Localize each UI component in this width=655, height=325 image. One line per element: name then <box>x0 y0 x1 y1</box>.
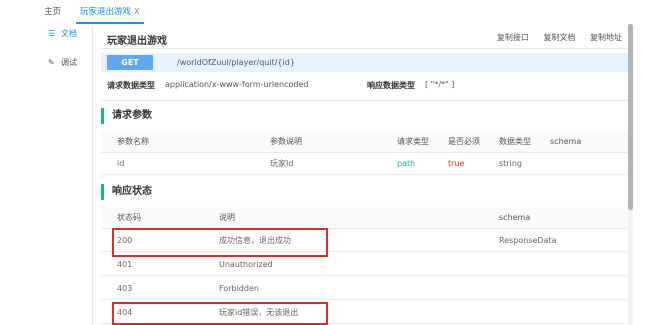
sidebar-item-label: 文档 <box>61 29 77 38</box>
tab-bar: 主页 玩家退出游戏 X <box>0 0 655 24</box>
param-type: string <box>499 159 522 168</box>
tab-active[interactable]: 玩家退出游戏 X <box>76 0 144 24</box>
status-desc: Unauthorized <box>219 260 273 269</box>
close-icon[interactable]: X <box>134 7 139 16</box>
status-code: 404 <box>117 308 133 317</box>
divider <box>101 48 628 49</box>
column-header: 是否必须 <box>448 137 480 146</box>
params-section-title: 请求参数 <box>101 108 152 124</box>
main-content: 玩家退出游戏 复制接口 复制文档 复制地址 GET /worldOfZuul/p… <box>93 24 628 325</box>
status-desc: 成功信息，退出成功 <box>219 236 291 245</box>
status-schema[interactable]: ResponseData <box>499 230 557 252</box>
debug-icon: ✎ <box>48 58 55 67</box>
api-path: /worldOfZuul/player/quit/{id} <box>177 58 295 67</box>
copy-url-button[interactable]: 复制地址 <box>590 33 622 42</box>
column-header: schema <box>550 137 582 146</box>
request-type-label: 请求数据类型 <box>107 81 155 90</box>
column-header: 说明 <box>219 213 235 222</box>
table-row: 401 Unauthorized <box>101 254 628 276</box>
copy-api-button[interactable]: 复制接口 <box>497 33 529 42</box>
table-row: 200 成功信息，退出成功 ResponseData <box>101 230 628 252</box>
method-badge: GET <box>107 55 153 70</box>
status-code: 200 <box>117 236 133 245</box>
tab-home[interactable]: 主页 <box>44 0 61 24</box>
sidebar: ☰ 文档 ✎ 调试 <box>0 24 90 325</box>
param-in: path <box>397 159 416 168</box>
sidebar-item-debug[interactable]: ✎ 调试 <box>48 56 77 70</box>
copy-doc-button[interactable]: 复制文档 <box>543 33 575 42</box>
status-desc: Forbidden <box>219 284 259 293</box>
table-row: 403 Forbidden <box>101 278 628 300</box>
divider <box>101 100 628 101</box>
table-row: 404 玩家id错误，无该退出 <box>101 302 628 324</box>
sidebar-item-label: 调试 <box>61 58 77 67</box>
data-type-row: 请求数据类型 application/x-www-form-urlencoded… <box>101 80 628 94</box>
column-header: 参数说明 <box>270 137 302 146</box>
column-header: schema <box>499 213 531 222</box>
page-title: 玩家退出游戏 <box>107 36 167 47</box>
column-header: 数据类型 <box>499 137 531 146</box>
response-type-label: 响应数据类型 <box>367 81 415 90</box>
responses-section-title: 响应状态 <box>101 184 152 200</box>
column-header: 参数名称 <box>117 137 149 146</box>
status-code: 403 <box>117 284 133 293</box>
responses-header-row: 状态码 说明 schema <box>101 207 628 229</box>
status-desc: 玩家id错误，无该退出 <box>219 308 299 317</box>
table-row: id 玩家Id path true string <box>101 153 628 175</box>
column-header: 请求类型 <box>397 137 429 146</box>
status-code: 401 <box>117 260 133 269</box>
param-name: id <box>117 159 125 168</box>
action-links: 复制接口 复制文档 复制地址 <box>485 32 622 43</box>
column-header: 状态码 <box>117 213 141 222</box>
doc-icon: ☰ <box>48 29 56 38</box>
scrollbar-thumb[interactable] <box>628 24 633 210</box>
response-type-value: [ "*/*" ] <box>425 80 455 89</box>
param-desc: 玩家Id <box>270 159 294 168</box>
params-header-row: 参数名称 参数说明 请求类型 是否必须 数据类型 schema <box>101 131 628 153</box>
url-bar: GET /worldOfZuul/player/quit/{id} <box>101 53 628 72</box>
param-required: true <box>448 159 465 168</box>
request-type-value: application/x-www-form-urlencoded <box>165 80 309 89</box>
sidebar-item-doc[interactable]: ☰ 文档 <box>48 27 77 41</box>
tab-active-label: 玩家退出游戏 <box>80 7 132 17</box>
